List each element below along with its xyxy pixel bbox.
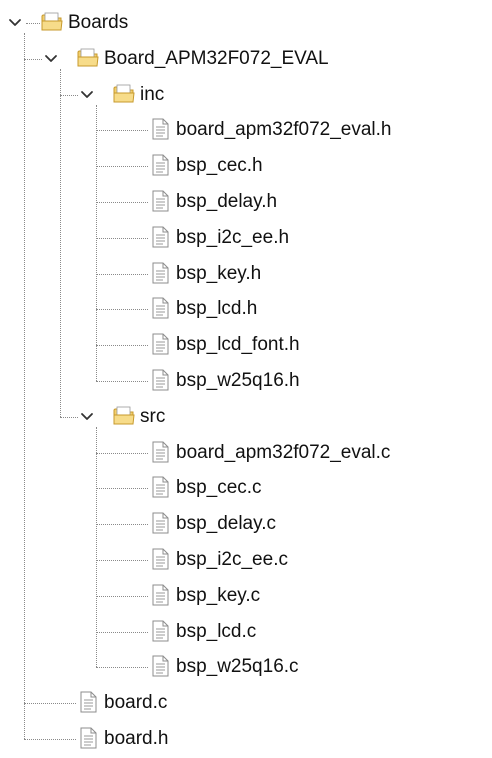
- tree-item-label: bsp_w25q16.c: [176, 656, 299, 678]
- tree-item-label: inc: [140, 83, 165, 105]
- tree-item-label: bsp_delay.c: [176, 513, 276, 535]
- tree-item-label: bsp_delay.h: [176, 191, 278, 212]
- tree-guide-line: [96, 104, 97, 381]
- file-icon: [148, 153, 172, 177]
- tree-item-file-bsp-lcd-c[interactable]: bsp_lcd.c: [0, 614, 492, 649]
- tree-item-file-bsp-i2c-ee-c[interactable]: bsp_i2c_ee.c: [0, 542, 492, 577]
- file-icon: [76, 690, 100, 714]
- tree-guide-connector: [96, 595, 148, 597]
- file-icon: [148, 225, 172, 249]
- file-icon: [148, 189, 172, 213]
- tree-item-file-bsp-lcd-font-h[interactable]: bsp_lcd_font.h: [0, 327, 492, 362]
- file-tree: Boards Board_APM32F072_EVALinc board_apm32…: [0, 0, 492, 758]
- file-icon: [148, 296, 172, 320]
- tree-item-file-bsp-w25q16-h[interactable]: bsp_w25q16.h: [0, 363, 492, 398]
- tree-guide-connector: [96, 166, 148, 168]
- file-icon: [148, 332, 172, 356]
- tree-guide-connector: [96, 201, 148, 203]
- tree-item-label: board_apm32f072_eval.c: [176, 441, 391, 463]
- file-icon: [148, 368, 172, 392]
- chevron-down-icon[interactable]: [42, 49, 60, 67]
- tree-guide-connector: [24, 703, 76, 705]
- tree-item-file-bsp-cec-c[interactable]: bsp_cec.c: [0, 470, 492, 505]
- tree-item-label: Board_APM32F072_EVAL: [104, 47, 329, 69]
- tree-guide-connector: [96, 667, 148, 669]
- folder-icon: [112, 404, 136, 428]
- tree-guide-line: [60, 68, 61, 417]
- file-icon: [148, 654, 172, 678]
- chevron-down-icon[interactable]: [6, 13, 24, 31]
- tree-guide-connector: [24, 738, 76, 740]
- tree-item-file-bsp-i2c-ee-h[interactable]: bsp_i2c_ee.h: [0, 220, 492, 255]
- tree-guide-connector: [96, 309, 148, 311]
- tree-item-label: board.h: [104, 728, 169, 749]
- tree-item-label: src: [140, 405, 166, 427]
- tree-item-label: Boards: [68, 12, 129, 33]
- tree-item-folder-board-apm32f072-eval[interactable]: Board_APM32F072_EVAL: [0, 41, 492, 76]
- tree-guide-connector: [96, 452, 148, 454]
- tree-guide-connector: [96, 380, 148, 382]
- tree-item-label: board.c: [104, 692, 168, 714]
- tree-item-label: bsp_cec.c: [176, 477, 262, 499]
- tree-guide-connector: [60, 94, 78, 96]
- folder-icon: [40, 10, 64, 34]
- folder-icon: [112, 82, 136, 106]
- tree-guide-connector: [96, 631, 148, 633]
- tree-item-file-bsp-w25q16-c[interactable]: bsp_w25q16.c: [0, 649, 492, 684]
- tree-item-label: bsp_i2c_ee.h: [176, 226, 290, 248]
- tree-item-file-bsp-lcd-h[interactable]: bsp_lcd.h: [0, 291, 492, 326]
- file-icon: [148, 117, 172, 141]
- tree-guide-connector: [96, 524, 148, 526]
- file-icon: [76, 726, 100, 750]
- file-icon: [148, 547, 172, 571]
- tree-item-file-bsp-cec-h[interactable]: bsp_cec.h: [0, 148, 492, 183]
- tree-guide-connector: [96, 237, 148, 239]
- tree-item-label: bsp_key.c: [176, 584, 261, 606]
- tree-guide-connector: [96, 345, 148, 347]
- tree-item-label: bsp_lcd.c: [176, 620, 257, 642]
- tree-item-label: bsp_i2c_ee.c: [176, 549, 288, 570]
- tree-guide-connector: [96, 559, 148, 561]
- tree-guide-connector: [96, 130, 148, 132]
- tree-guide-connector: [24, 58, 42, 60]
- tree-item-label: bsp_lcd.h: [176, 298, 258, 320]
- chevron-down-icon[interactable]: [78, 85, 96, 103]
- tree-item-label: board_apm32f072_eval.h: [176, 119, 392, 141]
- file-icon: [148, 261, 172, 285]
- tree-item-label: bsp_cec.h: [176, 155, 263, 177]
- file-icon: [148, 511, 172, 535]
- tree-guide-connector: [96, 273, 148, 275]
- tree-item-file-board-apm32f072-eval-c[interactable]: board_apm32f072_eval.c: [0, 435, 492, 470]
- folder-icon: [76, 46, 100, 70]
- tree-item-file-bsp-delay-h[interactable]: bsp_delay.h: [0, 184, 492, 219]
- tree-item-label: bsp_key.h: [176, 262, 262, 284]
- tree-item-file-bsp-delay-c[interactable]: bsp_delay.c: [0, 506, 492, 541]
- tree-guide-line: [24, 32, 25, 739]
- tree-item-folder-boards[interactable]: Boards: [0, 5, 492, 40]
- tree-guide-line: [96, 426, 97, 668]
- tree-item-file-board-apm32f072-eval-h[interactable]: board_apm32f072_eval.h: [0, 112, 492, 147]
- tree-guide-connector: [96, 488, 148, 490]
- file-icon: [148, 619, 172, 643]
- tree-guide-connector: [60, 416, 78, 418]
- tree-item-file-bsp-key-h[interactable]: bsp_key.h: [0, 256, 492, 291]
- tree-item-file-bsp-key-c[interactable]: bsp_key.c: [0, 578, 492, 613]
- file-icon: [148, 583, 172, 607]
- file-icon: [148, 440, 172, 464]
- tree-item-label: bsp_w25q16.h: [176, 370, 300, 391]
- tree-guide-connector: [26, 22, 40, 24]
- file-icon: [148, 475, 172, 499]
- chevron-down-icon[interactable]: [78, 407, 96, 425]
- tree-item-label: bsp_lcd_font.h: [176, 334, 300, 356]
